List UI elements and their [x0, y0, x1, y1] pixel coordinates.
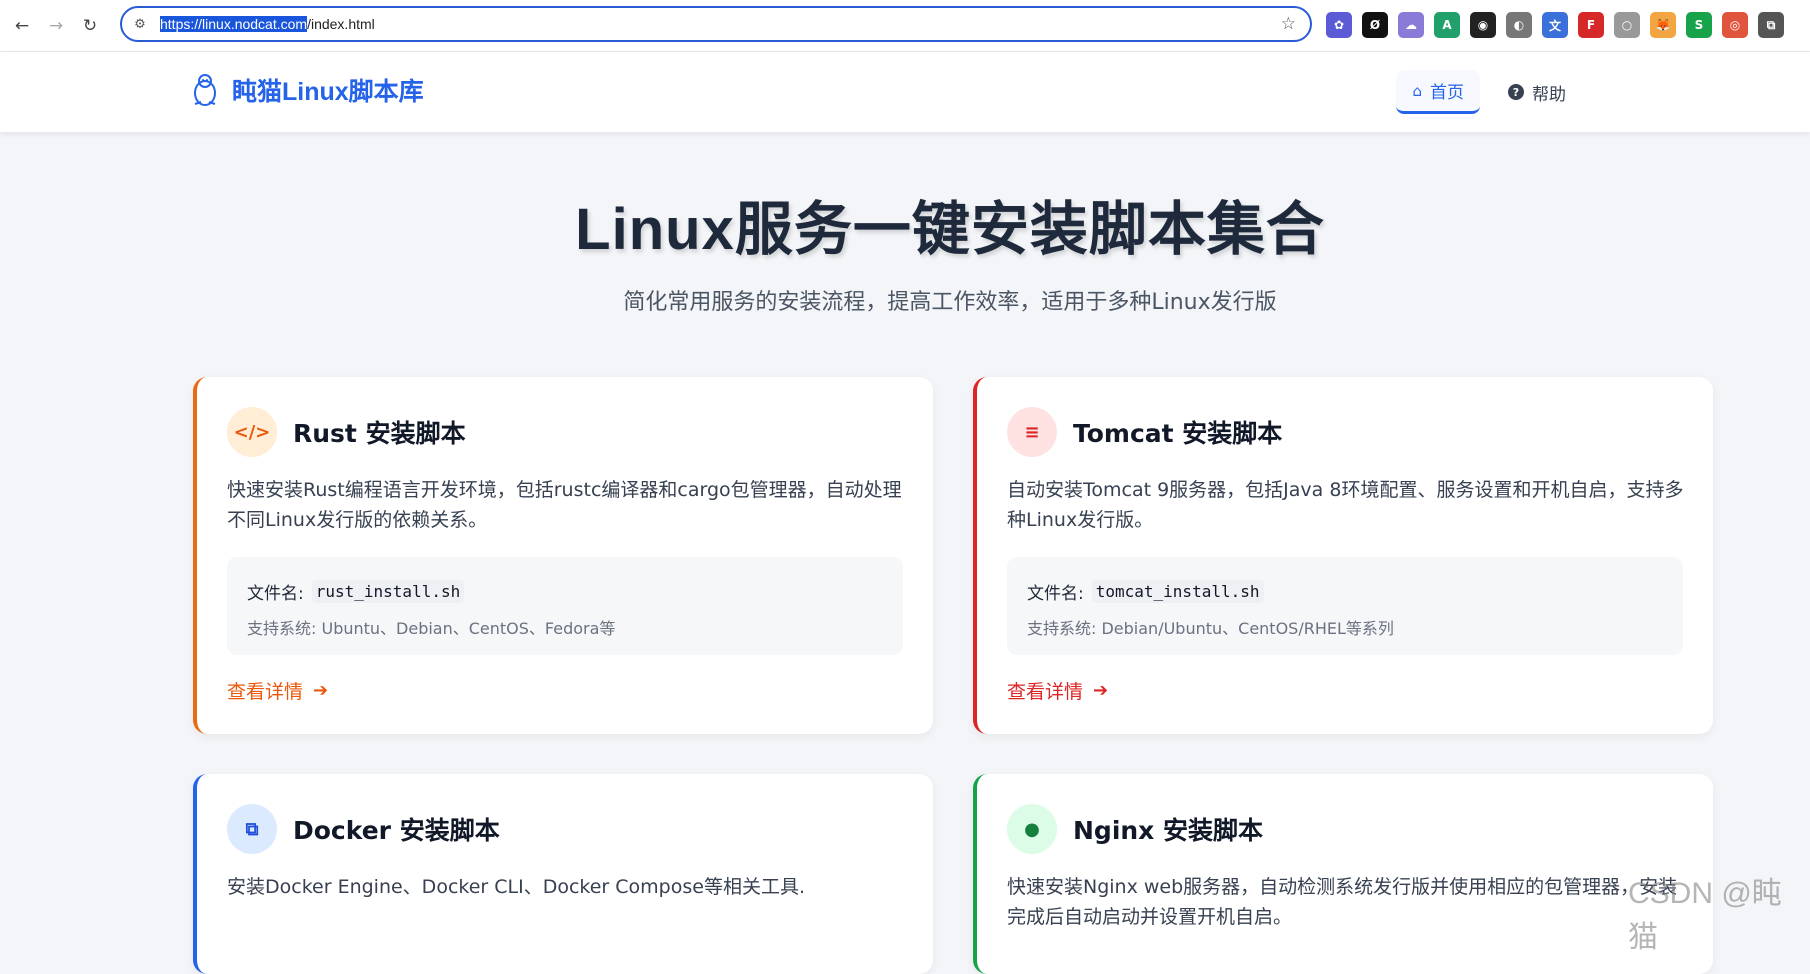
ext-5-icon[interactable]: ◉ [1470, 12, 1496, 38]
arrow-right-icon: ➔ [313, 680, 329, 701]
ext-6-icon[interactable]: ◐ [1506, 12, 1532, 38]
card-header: </> Rust 安装脚本 [227, 407, 466, 457]
reload-button[interactable]: ↻ [76, 12, 104, 40]
main-nav: ⌂ 首页 ? 帮助 [1396, 70, 1582, 114]
page-subtitle: 简化常用服务的安装流程，提高工作效率，适用于多种Linux发行版 [623, 290, 1277, 315]
url-text[interactable]: https://linux.nodcat.com/index.html [160, 16, 375, 32]
csdn-watermark: CSDN @盹猫 [1628, 877, 1782, 954]
nav-help-label: 帮助 [1532, 84, 1566, 105]
card-description: 自动安装Tomcat 9服务器，包括Java 8环境配置、服务设置和开机自启，支… [1007, 479, 1684, 531]
url-path-text: /index.html [307, 16, 375, 32]
card-header: ● Nginx 安装脚本 [1007, 804, 1263, 854]
ext-1-icon[interactable]: ✿ [1326, 12, 1352, 38]
back-button[interactable]: ← [8, 12, 36, 40]
card-docker: ⧉ Docker 安装脚本 安装Docker Engine、Docker CLI… [193, 774, 933, 974]
page-title: Linux服务一键安装脚本集合 [575, 197, 1325, 262]
site-info-icon[interactable]: ⚙ [130, 17, 150, 32]
browser-toolbar: ← → ↻ ⚙ https://linux.nodcat.com/index.h… [0, 0, 1810, 52]
nav-home-label: 首页 [1430, 83, 1464, 103]
supported-systems: 支持系统: Debian/Ubuntu、CentOS/RHEL等系列 [1027, 619, 1394, 638]
ext-11-icon[interactable]: S [1686, 12, 1712, 38]
view-details-link[interactable]: 查看详情 ➔ [1007, 677, 1108, 704]
card-title: Rust 安装脚本 [293, 419, 466, 448]
file-name: tomcat_install.sh [1091, 580, 1264, 603]
ext-13-icon[interactable]: ⧉ [1758, 12, 1784, 38]
extensions-bar: ✿ Ø ☁ A ◉ ◐ 文 F ○ 🦊 S ◎ ⧉ [1326, 12, 1784, 38]
card-description: 快速安装Rust编程语言开发环境，包括rustc编译器和cargo包管理器，自动… [227, 479, 902, 531]
file-info-box: 文件名: tomcat_install.sh 支持系统: Debian/Ubun… [1007, 557, 1683, 655]
bookmark-star-icon[interactable]: ☆ [1281, 14, 1296, 34]
card-header: ≡ Tomcat 安装脚本 [1007, 407, 1282, 457]
card-description: 快速安装Nginx web服务器，自动检测系统发行版并使用相应的包管理器，安装完… [1007, 876, 1678, 928]
card-title: Docker 安装脚本 [293, 816, 500, 845]
card-title: Nginx 安装脚本 [1073, 816, 1264, 845]
file-line: 文件名: tomcat_install.sh [1027, 579, 1264, 604]
ext-2-icon[interactable]: Ø [1362, 12, 1388, 38]
card-description: 安装Docker Engine、Docker CLI、Docker Compos… [227, 876, 805, 898]
file-info-box: 文件名: rust_install.sh 支持系统: Ubuntu、Debian… [227, 557, 903, 655]
cubes-icon: ⧉ [227, 804, 277, 854]
file-name: rust_install.sh [311, 580, 465, 603]
card-tomcat: ≡ Tomcat 安装脚本 自动安装Tomcat 9服务器，包括Java 8环境… [973, 377, 1713, 734]
card-header: ⧉ Docker 安装脚本 [227, 804, 500, 854]
ext-4-icon[interactable]: A [1434, 12, 1460, 38]
url-selected-text: https://linux.nodcat.com [160, 16, 308, 32]
code-icon: </> [227, 407, 277, 457]
site-logo[interactable]: 盹猫Linux脚本库 [190, 72, 424, 108]
site-header: 盹猫Linux脚本库 ⌂ 首页 ? 帮助 [0, 52, 1810, 132]
card-rust: </> Rust 安装脚本 快速安装Rust编程语言开发环境，包括rustc编译… [193, 377, 933, 734]
ext-10-icon[interactable]: 🦊 [1650, 12, 1676, 38]
penguin-icon [194, 74, 216, 106]
nav-home[interactable]: ⌂ 首页 [1396, 70, 1480, 114]
forward-button[interactable]: → [42, 12, 70, 40]
file-line: 文件名: rust_install.sh [247, 579, 465, 604]
view-details-label: 查看详情 [1007, 681, 1084, 703]
address-bar[interactable]: ⚙ https://linux.nodcat.com/index.html ☆ [120, 6, 1312, 42]
ext-9-icon[interactable]: ○ [1614, 12, 1640, 38]
view-details-label: 查看详情 [227, 681, 304, 703]
ext-8-icon[interactable]: F [1578, 12, 1604, 38]
arrow-right-icon: ➔ [1093, 680, 1109, 701]
file-label: 文件名: [247, 584, 304, 604]
ext-3-icon[interactable]: ☁ [1398, 12, 1424, 38]
globe-icon: ● [1007, 804, 1057, 854]
server-icon: ≡ [1007, 407, 1057, 457]
ext-12-icon[interactable]: ◎ [1722, 12, 1748, 38]
view-details-link[interactable]: 查看详情 ➔ [227, 677, 328, 704]
ext-7-icon[interactable]: 文 [1542, 12, 1568, 38]
supported-systems: 支持系统: Ubuntu、Debian、CentOS、Fedora等 [247, 619, 616, 638]
card-title: Tomcat 安装脚本 [1073, 419, 1283, 448]
file-label: 文件名: [1027, 584, 1084, 604]
nav-help[interactable]: ? 帮助 [1492, 70, 1582, 114]
brand-name: 盹猫Linux脚本库 [232, 78, 424, 106]
home-icon: ⌂ [1412, 81, 1422, 100]
card-nginx: ● Nginx 安装脚本 快速安装Nginx web服务器，自动检测系统发行版并… [973, 774, 1713, 974]
help-icon: ? [1508, 84, 1524, 100]
